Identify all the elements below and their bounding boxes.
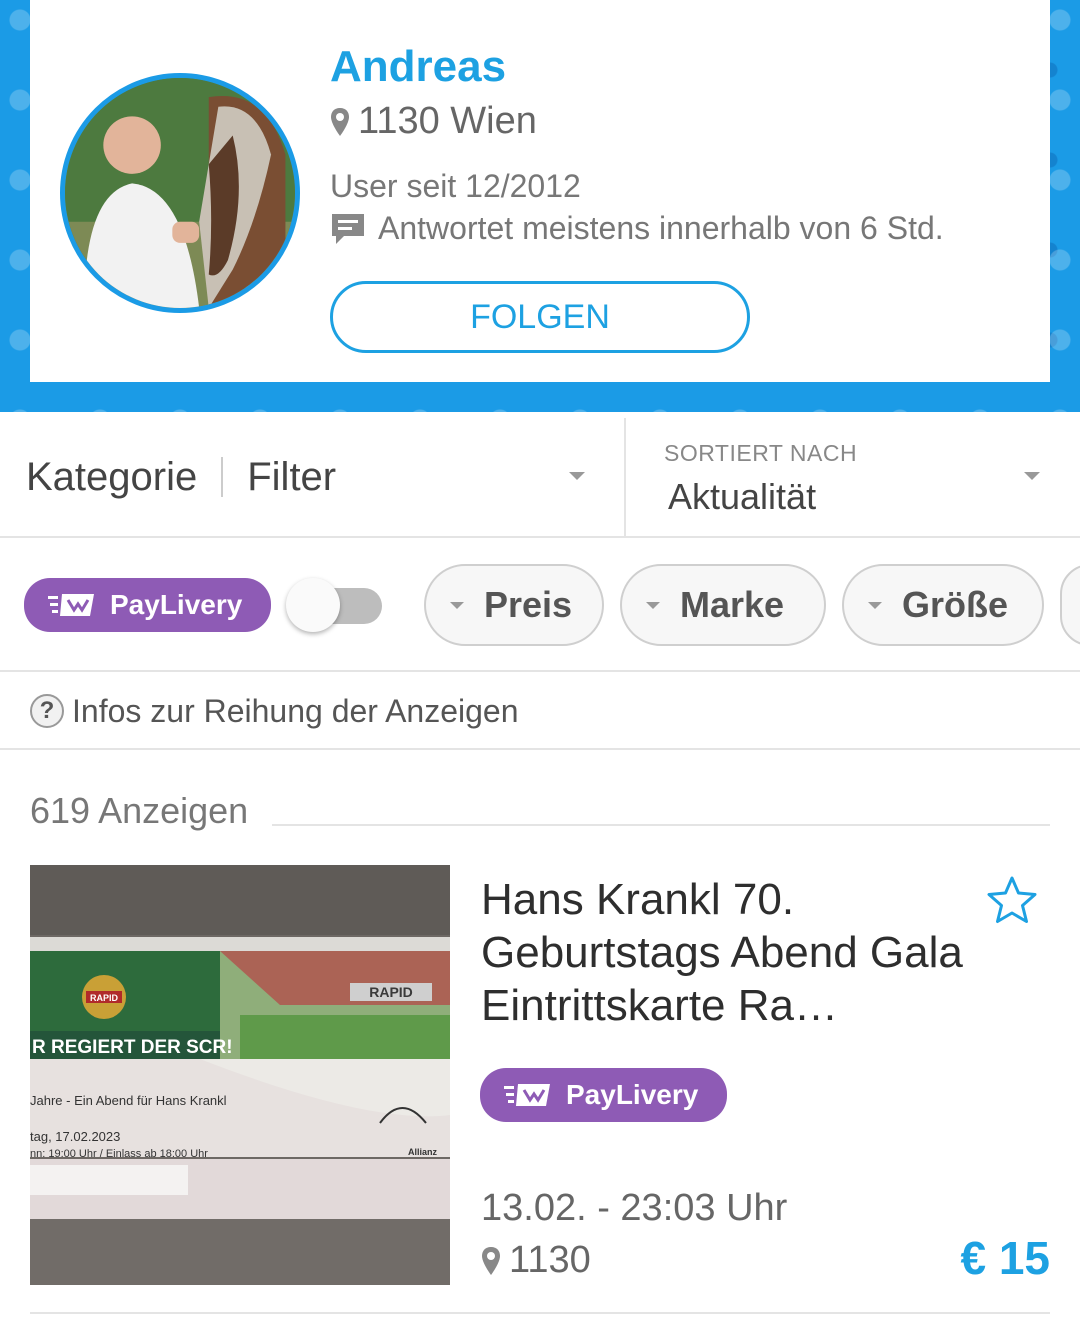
listing-location: 1130	[481, 1239, 591, 1282]
chip-label: Preis	[484, 584, 573, 625]
listing-badge-label: PayLivery	[566, 1079, 699, 1110]
listing-paylivery-badge: PayLivery	[480, 1068, 727, 1122]
listing-title[interactable]: Hans Krankl 70. Geburtstags Abend Gala E…	[481, 873, 981, 1032]
user-location: 1130 Wien	[330, 100, 537, 143]
listing-location-text: 1130	[509, 1239, 591, 1281]
ticket-photo: RAPID RAPID R REGIERT DER SCR! Jahre - E…	[30, 865, 450, 1285]
paylivery-toggle[interactable]	[286, 578, 382, 632]
chip-more[interactable]	[1060, 564, 1080, 646]
chip-groesse[interactable]: Größe	[842, 564, 1044, 646]
paylivery-filter-badge[interactable]: PayLivery	[24, 578, 271, 632]
user-location-text: 1130 Wien	[358, 100, 537, 142]
listing-date: 13.02. - 23:03 Uhr	[481, 1187, 788, 1229]
listing-card[interactable]: RAPID RAPID R REGIERT DER SCR! Jahre - E…	[30, 865, 1050, 1285]
event-times-text: nn: 19:00 Uhr / Einlass ab 18:00 Uhr	[30, 1148, 208, 1160]
chip-marke[interactable]: Marke	[620, 564, 826, 646]
chevron-down-icon	[569, 472, 585, 480]
avatar-photo	[65, 78, 295, 308]
star-icon[interactable]	[986, 875, 1038, 925]
listing-price: € 15	[960, 1232, 1050, 1284]
delivery-truck-icon	[48, 594, 94, 616]
event-text: Jahre - Ein Abend für Hans Krankl	[30, 1093, 227, 1108]
avatar[interactable]	[60, 73, 300, 313]
chevron-down-icon	[450, 601, 464, 609]
profile-card: Andreas 1130 Wien User seit 12/2012 Antw…	[30, 0, 1050, 382]
member-since: User seit 12/2012	[330, 168, 581, 204]
chip-label: Marke	[680, 584, 785, 625]
user-name: Andreas	[330, 42, 507, 91]
delivery-truck-icon	[504, 1084, 550, 1106]
chat-bubble-icon	[332, 213, 364, 244]
location-pin-icon	[482, 1246, 500, 1275]
sort-dropdown[interactable]: SORTIERT NACH Aktualität	[624, 418, 1080, 536]
event-date-text: tag, 17.02.2023	[30, 1129, 120, 1144]
stadium-sign-text: RAPID	[369, 984, 413, 1000]
follow-button[interactable]: FOLGEN	[330, 281, 750, 353]
divider	[221, 457, 224, 497]
chevron-down-icon	[868, 601, 882, 609]
toggle-knob	[286, 578, 340, 632]
response-time: Antwortet meistens innerhalb von 6 Std.	[330, 210, 944, 247]
divider	[30, 1312, 1050, 1314]
chips-row: PayLivery Preis Marke Größe	[0, 540, 1080, 672]
sort-value: Aktualität	[668, 476, 817, 517]
filter-row: Kategorie Filter SORTIERT NACH Aktualitä…	[0, 418, 1080, 538]
listing-image[interactable]: RAPID RAPID R REGIERT DER SCR! Jahre - E…	[30, 865, 450, 1285]
ranking-info-label: Infos zur Reihung der Anzeigen	[72, 692, 519, 729]
help-icon: ?	[30, 694, 64, 728]
paylivery-label: PayLivery	[110, 589, 243, 620]
chip-preis[interactable]: Preis	[424, 564, 604, 646]
response-time-text: Antwortet meistens innerhalb von 6 Std.	[378, 210, 944, 246]
sort-caption: SORTIERT NACH	[664, 440, 858, 466]
logo-text: RAPID	[90, 993, 119, 1003]
results-count: 619 Anzeigen	[30, 790, 249, 831]
filter-label: Filter	[247, 454, 337, 499]
category-label: Kategorie	[26, 454, 198, 499]
slogan-text: R REGIERT DER SCR!	[32, 1037, 233, 1058]
ranking-info-link[interactable]: ? Infos zur Reihung der Anzeigen	[0, 674, 1080, 750]
sponsor-text: Allianz	[408, 1147, 438, 1157]
chevron-down-icon	[646, 601, 660, 609]
divider	[272, 824, 1050, 826]
category-filter-dropdown[interactable]: Kategorie Filter	[0, 418, 622, 536]
location-pin-icon	[331, 107, 349, 136]
chip-label: Größe	[902, 584, 1009, 625]
chevron-down-icon	[1024, 472, 1040, 480]
